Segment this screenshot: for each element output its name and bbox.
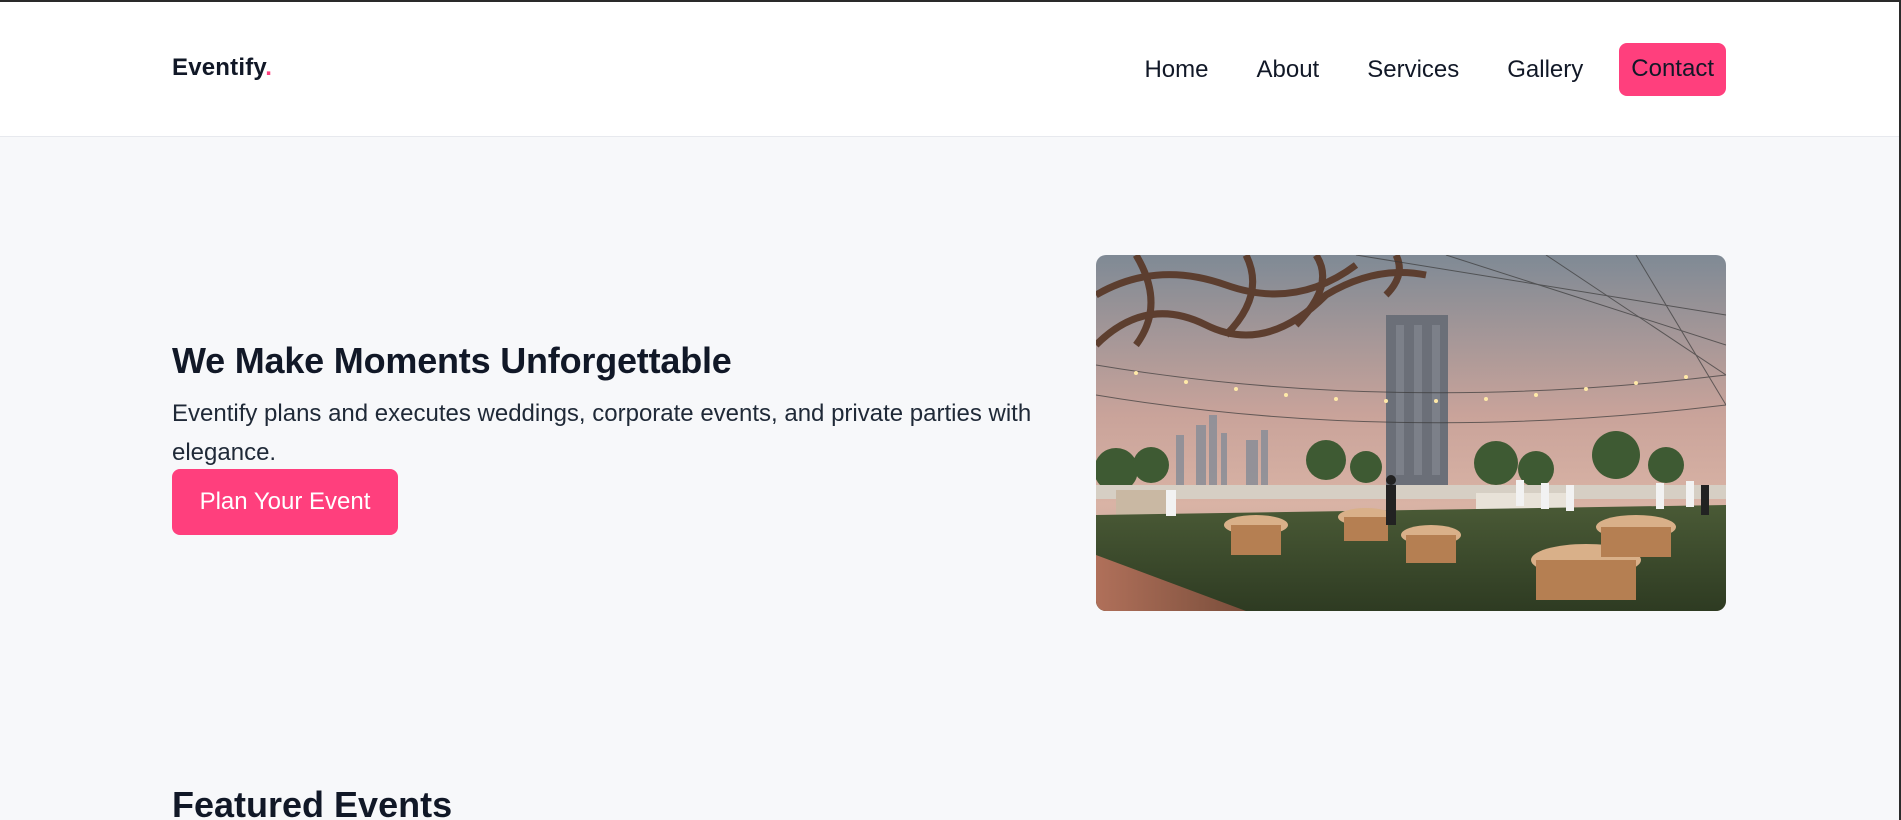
nav-contact-button[interactable]: Contact <box>1619 43 1726 96</box>
page: Eventify. Home About Services Gallery Co… <box>0 2 1899 820</box>
nav-home[interactable]: Home <box>1132 44 1220 96</box>
nav-services[interactable]: Services <box>1355 44 1471 96</box>
nav-about[interactable]: About <box>1245 44 1332 96</box>
hero-description: Eventify plans and executes weddings, co… <box>172 400 1032 466</box>
hero-image <box>1096 255 1726 611</box>
brand-name: Eventify <box>172 54 266 81</box>
plan-event-button[interactable]: Plan Your Event <box>172 469 398 535</box>
nav-links: Home About Services Gallery Contact <box>1108 43 1726 96</box>
window-top-edge <box>0 0 1901 2</box>
featured-events-title: Featured Events <box>172 784 453 820</box>
brand-logo[interactable]: Eventify. <box>172 54 272 82</box>
navbar: Eventify. Home About Services Gallery Co… <box>0 2 1899 137</box>
hero-title: We Make Moments Unforgettable <box>172 340 732 381</box>
brand-dot: . <box>265 54 273 81</box>
event-photo <box>1096 255 1726 611</box>
nav-gallery[interactable]: Gallery <box>1495 44 1595 96</box>
